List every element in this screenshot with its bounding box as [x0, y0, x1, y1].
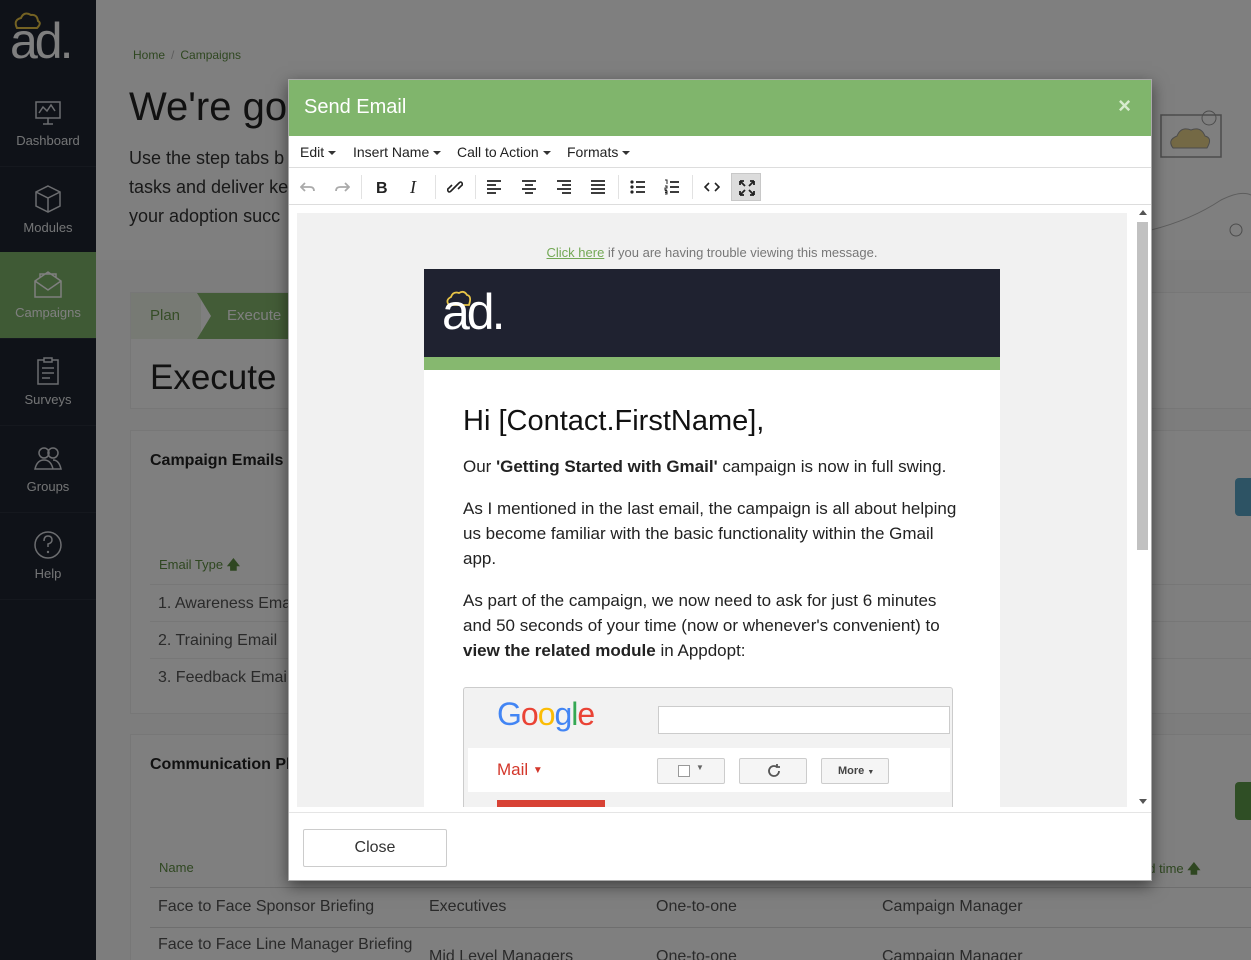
redo-icon: [335, 182, 350, 192]
campaign-name: 'Getting Started with Gmail': [496, 457, 718, 476]
italic-icon: I: [409, 179, 417, 195]
link-button[interactable]: [440, 173, 470, 201]
email-message: Hi [Contact.FirstName], Our 'Getting Sta…: [463, 405, 963, 680]
module-link-text: view the related module: [463, 641, 656, 660]
text-span: As part of the campaign, we now need to …: [463, 591, 940, 635]
scroll-up-icon[interactable]: [1139, 210, 1147, 215]
logo-letter: o: [520, 696, 539, 732]
svg-text:I: I: [409, 179, 417, 195]
svg-text:B: B: [376, 180, 388, 195]
email-editor-area[interactable]: Click here if you are having trouble vie…: [297, 213, 1127, 807]
logo-letter: e: [577, 696, 595, 732]
click-here-link[interactable]: Click here: [547, 245, 605, 260]
logo-letter: G: [497, 696, 522, 732]
caret-down-icon: [433, 151, 442, 156]
numbered-list-icon: [664, 179, 679, 195]
toolbar-divider: [361, 175, 362, 199]
gmail-screenshot-image: Google Mail ▼ ▼ More ▼: [463, 687, 953, 807]
align-left-button[interactable]: [479, 173, 509, 201]
redo-button[interactable]: [327, 173, 357, 201]
toolbar-divider: [435, 175, 436, 199]
menu-label: Call to Action: [457, 144, 539, 160]
align-right-icon: [557, 180, 571, 194]
bullet-list-icon: [630, 180, 645, 194]
menu-edit[interactable]: Edit: [300, 144, 337, 160]
editor-menubar: Edit Insert Name Call to Action Formats: [289, 136, 1151, 168]
caret-down-icon: [542, 151, 551, 156]
menu-call-to-action[interactable]: Call to Action: [457, 144, 551, 160]
caret-down-icon: ▼: [532, 765, 543, 777]
modal-title: Send Email: [304, 96, 407, 118]
logo-letter: g: [554, 696, 572, 732]
gmail-search-box: [658, 706, 950, 734]
undo-button[interactable]: [293, 173, 323, 201]
caret-down-icon: ▼: [867, 769, 875, 776]
scrollbar-thumb[interactable]: [1137, 222, 1148, 550]
email-paragraph: Our 'Getting Started with Gmail' campaig…: [463, 454, 963, 479]
text-span: in Appdopt:: [655, 641, 746, 660]
trouble-text: if you are having trouble viewing this m…: [604, 245, 878, 260]
gmail-more-button: More ▼: [821, 758, 889, 784]
logo-letter: o: [537, 696, 556, 732]
editor-scrollbar[interactable]: [1135, 206, 1151, 808]
email-logo-text: ad.: [442, 284, 505, 340]
send-email-modal: Send Email × Edit Insert Name Call to Ac…: [288, 79, 1152, 881]
trouble-viewing-notice: Click here if you are having trouble vie…: [297, 245, 1127, 260]
bold-icon: B: [376, 180, 388, 195]
close-icon[interactable]: ×: [1118, 93, 1131, 119]
menu-label: Formats: [567, 144, 619, 160]
italic-button[interactable]: I: [400, 173, 430, 201]
undo-icon: [300, 182, 315, 192]
bullet-list-button[interactable]: [623, 173, 653, 201]
align-justify-icon: [591, 180, 605, 194]
email-greeting: Hi [Contact.FirstName],: [463, 405, 765, 437]
toolbar-divider: [475, 175, 476, 199]
text-span: campaign is now in full swing.: [717, 457, 947, 476]
fullscreen-button[interactable]: [731, 173, 761, 201]
more-text: More: [838, 765, 865, 777]
fullscreen-icon: [739, 180, 755, 196]
gmail-select-button: ▼: [657, 758, 725, 784]
google-logo: Google: [497, 696, 595, 733]
numbered-list-button[interactable]: [657, 173, 687, 201]
modal-footer: Close: [289, 812, 1151, 882]
email-paragraph: As I mentioned in the last email, the ca…: [463, 499, 957, 568]
menu-label: Edit: [300, 144, 325, 160]
link-icon: [447, 181, 463, 193]
menu-insert-name[interactable]: Insert Name: [353, 144, 442, 160]
align-left-icon: [487, 180, 501, 194]
code-icon: [704, 182, 720, 192]
caret-down-icon: [328, 151, 337, 156]
gmail-compose-button: [497, 800, 605, 807]
gmail-mail-label: Mail ▼: [497, 760, 543, 780]
scroll-down-icon[interactable]: [1139, 799, 1147, 804]
align-justify-button[interactable]: [583, 173, 613, 201]
toolbar-divider: [692, 175, 693, 199]
toolbar-divider: [618, 175, 619, 199]
align-center-icon: [522, 180, 536, 194]
gmail-refresh-button: [739, 758, 807, 784]
checkbox-icon: [678, 765, 690, 777]
bold-button[interactable]: B: [366, 173, 396, 201]
menu-formats[interactable]: Formats: [567, 144, 631, 160]
email-green-bar: [424, 357, 1000, 370]
close-button[interactable]: Close: [303, 829, 447, 867]
text-span: Our: [463, 457, 497, 476]
email-header-banner: ad.: [424, 269, 1000, 357]
editor-toolbar: B I: [289, 169, 1151, 205]
caret-down-icon: ▼: [696, 763, 704, 772]
modal-header: Send Email ×: [289, 80, 1151, 136]
email-paragraph: As part of the campaign, we now need to …: [463, 588, 963, 663]
menu-label: Insert Name: [353, 144, 430, 160]
align-center-button[interactable]: [514, 173, 544, 201]
gmail-toolbar-row: Mail ▼ ▼ More ▼: [468, 748, 950, 792]
align-right-button[interactable]: [549, 173, 579, 201]
refresh-icon: [768, 764, 780, 777]
caret-down-icon: [622, 151, 631, 156]
mail-text: Mail: [497, 760, 529, 779]
source-code-button[interactable]: [697, 173, 727, 201]
email-body: ad. Hi [Contact.FirstName], Our 'Getting…: [424, 269, 1000, 807]
